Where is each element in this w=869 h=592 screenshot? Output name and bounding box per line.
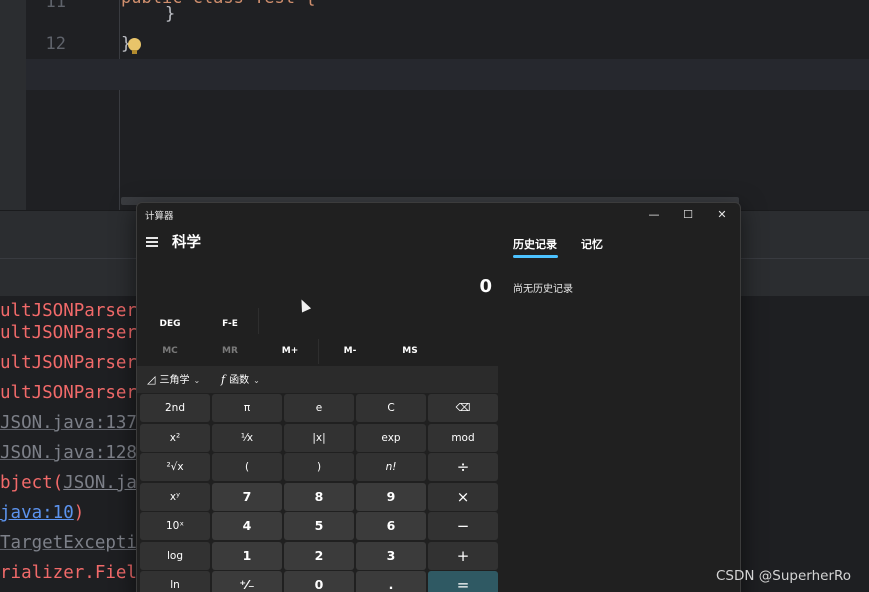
- console-line: bject(JSON.ja: [0, 468, 137, 498]
- second-function-button[interactable]: 2nd: [140, 394, 210, 422]
- trigonometry-label: 三角学: [159, 375, 190, 386]
- triangle-ruler-icon: ◿: [147, 373, 156, 386]
- decimal-button[interactable]: .: [356, 571, 426, 592]
- digit-1-button[interactable]: 1: [212, 542, 282, 570]
- factorial-button[interactable]: n!: [356, 453, 426, 481]
- function-menu-row: ◿ 三角学 ⌄ f 函数 ⌄: [137, 366, 498, 393]
- console-link[interactable]: TargetExcepti: [0, 528, 137, 558]
- mod-button[interactable]: mod: [428, 424, 498, 452]
- console-line: rializer.Fiel: [0, 563, 137, 583]
- digit-9-button[interactable]: 9: [356, 483, 426, 511]
- absolute-button[interactable]: |x|: [284, 424, 354, 452]
- close-button[interactable]: ✕: [705, 203, 739, 227]
- console-text: bject(: [0, 473, 64, 493]
- digit-6-button[interactable]: 6: [356, 512, 426, 540]
- close-paren-button[interactable]: ): [284, 453, 354, 481]
- clear-button[interactable]: C: [356, 394, 426, 422]
- hamburger-menu-icon[interactable]: [146, 236, 160, 248]
- ten-power-button[interactable]: 10ˣ: [140, 512, 210, 540]
- tab-history-indicator: [513, 255, 558, 258]
- digit-5-button[interactable]: 5: [284, 512, 354, 540]
- function-dropdown[interactable]: f 函数 ⌄: [221, 366, 260, 393]
- mode-title: 科学: [172, 235, 201, 251]
- fe-button[interactable]: F-E: [200, 310, 260, 338]
- code-line-11: }: [165, 4, 176, 24]
- memory-subtract-button[interactable]: M-: [320, 337, 380, 365]
- console-line: ultJSONParser: [0, 383, 137, 403]
- title-bar[interactable]: 计算器 — ☐ ✕: [137, 203, 740, 227]
- trigonometry-dropdown[interactable]: ◿ 三角学 ⌄: [147, 366, 200, 393]
- console-line: ultJSONParser: [0, 323, 137, 343]
- digit-4-button[interactable]: 4: [212, 512, 282, 540]
- screen: 11 12 13 public class Test { } } ultJSON…: [0, 0, 869, 592]
- line-number-column: 11 12 13: [26, 0, 120, 210]
- minimize-button[interactable]: —: [637, 203, 671, 227]
- console-link[interactable]: java:10: [0, 503, 74, 523]
- euler-button[interactable]: e: [284, 394, 354, 422]
- memory-add-button[interactable]: M+: [260, 337, 320, 365]
- calculator-window[interactable]: 计算器 — ☐ ✕ 科学 历史记录 记忆 0 尚无历史记录 DEG F-E MC…: [136, 202, 741, 592]
- console-link[interactable]: JSON.java:128: [0, 438, 137, 468]
- digit-3-button[interactable]: 3: [356, 542, 426, 570]
- editor-gutter: [0, 0, 26, 210]
- result-display: 0: [479, 276, 492, 297]
- add-button[interactable]: +: [428, 542, 498, 570]
- deg-button[interactable]: DEG: [140, 310, 200, 338]
- chevron-down-icon: ⌄: [253, 376, 260, 385]
- tab-memory[interactable]: 记忆: [581, 236, 603, 252]
- history-empty-message: 尚无历史记录: [513, 284, 573, 295]
- memory-recall-button[interactable]: MR: [200, 337, 260, 365]
- digit-0-button[interactable]: 0: [284, 571, 354, 592]
- exp-button[interactable]: exp: [356, 424, 426, 452]
- pi-button[interactable]: π: [212, 394, 282, 422]
- current-line-highlight: [26, 59, 869, 90]
- divide-button[interactable]: ÷: [428, 453, 498, 481]
- chevron-down-icon: ⌄: [193, 376, 201, 385]
- console-link[interactable]: JSON.java:137: [0, 408, 137, 438]
- square-root-button[interactable]: ²√x: [140, 453, 210, 481]
- console-link[interactable]: JSON.ja: [63, 473, 137, 493]
- memory-clear-button[interactable]: MC: [140, 337, 200, 365]
- square-button[interactable]: x²: [140, 424, 210, 452]
- function-icon: f: [221, 373, 226, 386]
- maximize-button[interactable]: ☐: [671, 203, 705, 227]
- lightbulb-icon[interactable]: [128, 38, 141, 54]
- code-line-partial: public class Test {: [121, 0, 315, 8]
- code-editor[interactable]: 11 12 13 public class Test { } }: [0, 0, 869, 210]
- line-number: 11: [45, 0, 66, 12]
- function-label: 函数: [229, 375, 250, 386]
- digit-7-button[interactable]: 7: [212, 483, 282, 511]
- tab-history[interactable]: 历史记录: [513, 236, 557, 252]
- log-button[interactable]: log: [140, 542, 210, 570]
- reciprocal-button[interactable]: ¹⁄x: [212, 424, 282, 452]
- digit-8-button[interactable]: 8: [284, 483, 354, 511]
- backspace-button[interactable]: ⌫: [428, 394, 498, 422]
- memory-store-button[interactable]: MS: [380, 337, 440, 365]
- subtract-button[interactable]: −: [428, 512, 498, 540]
- console-line: java:10): [0, 498, 84, 528]
- equals-button[interactable]: =: [428, 571, 498, 592]
- open-paren-button[interactable]: (: [212, 453, 282, 481]
- console-line: ultJSONParser: [0, 353, 137, 373]
- window-title: 计算器: [145, 211, 174, 222]
- line-number: 12: [45, 34, 66, 54]
- multiply-button[interactable]: ×: [428, 483, 498, 511]
- ln-button[interactable]: ln: [140, 571, 210, 592]
- digit-2-button[interactable]: 2: [284, 542, 354, 570]
- power-button[interactable]: xʸ: [140, 483, 210, 511]
- negate-button[interactable]: ⁺⁄₋: [212, 571, 282, 592]
- console-text: ): [73, 503, 85, 523]
- watermark: CSDN @SuperherRo: [716, 568, 852, 584]
